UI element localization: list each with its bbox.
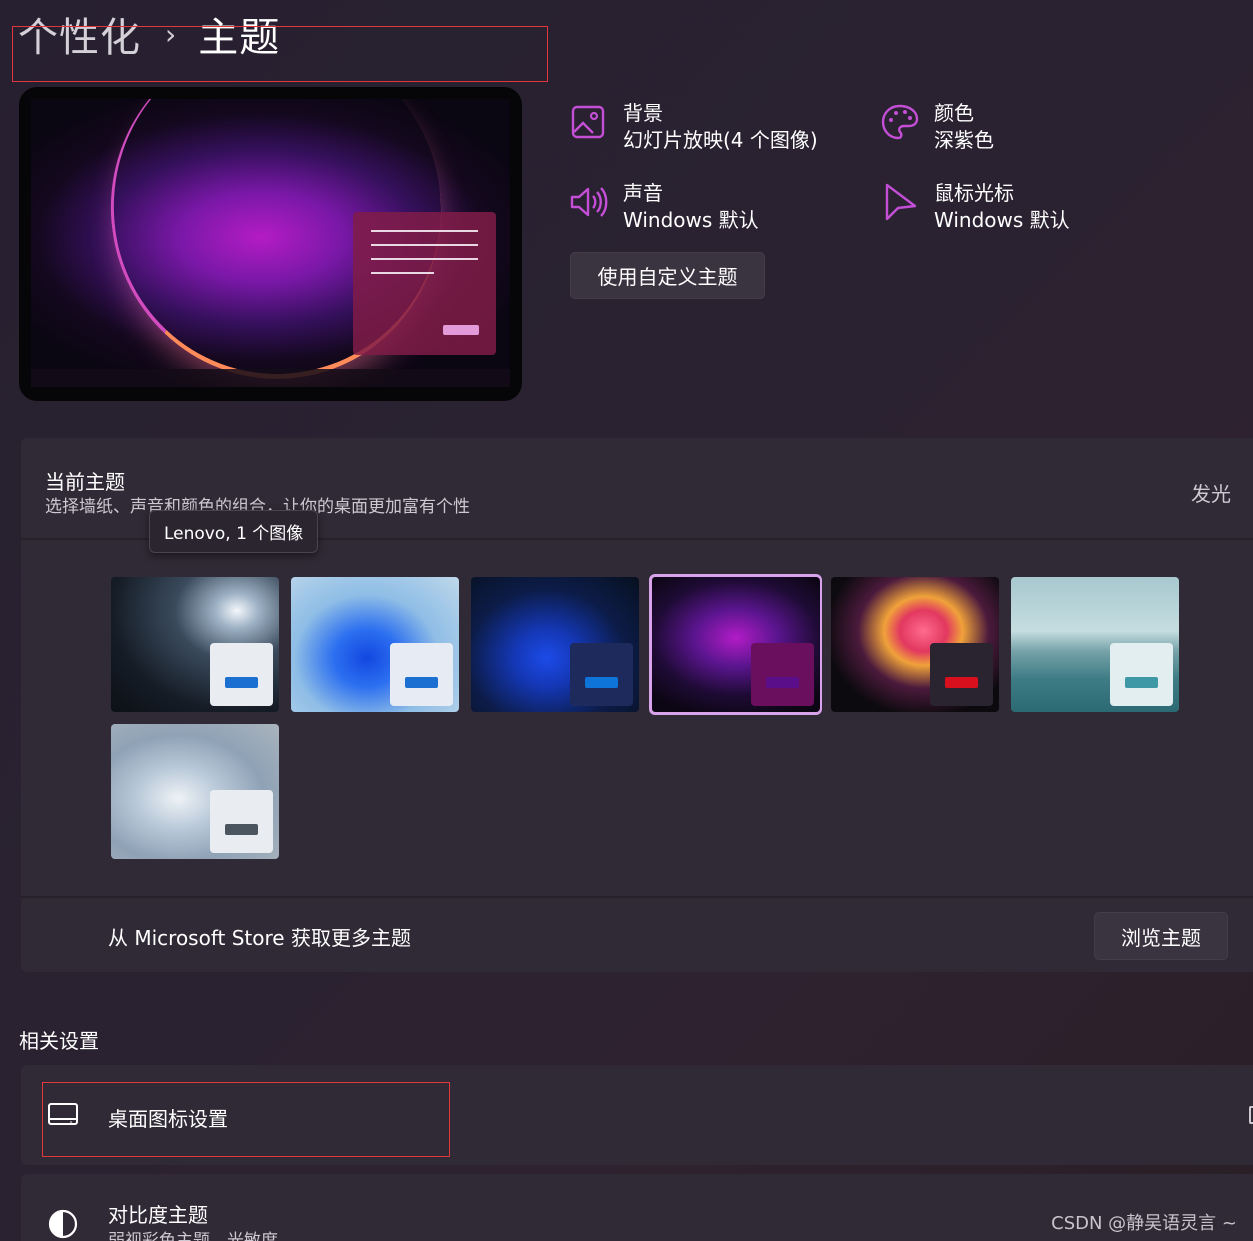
contrast-icon: [48, 1209, 78, 1239]
color-setting[interactable]: 颜色 深紫色: [880, 100, 994, 154]
theme-1-accent: [225, 677, 258, 688]
watermark: CSDN @静吴语灵言 ~: [1051, 1213, 1237, 1234]
color-value: 深紫色: [934, 128, 994, 152]
preview-taskbar: [31, 369, 510, 387]
theme-3-accent: [585, 677, 618, 688]
current-theme-title: 当前主题: [45, 470, 125, 494]
theme-thumbnail-7[interactable]: [111, 724, 279, 859]
theme-7-accent: [225, 824, 258, 835]
preview-accent-button: [443, 325, 479, 335]
theme-thumbnail-4[interactable]: [652, 577, 820, 712]
desktop-icon-settings-label: 桌面图标设置: [108, 1107, 228, 1131]
image-icon: [571, 105, 605, 139]
theme-6-accent: [1125, 677, 1158, 688]
theme-thumbnail-1[interactable]: [111, 577, 279, 712]
sound-title: 声音: [623, 181, 663, 205]
store-row: 从 Microsoft Store 获取更多主题 浏览主题: [21, 896, 1253, 972]
contrast-themes-label: 对比度主题: [108, 1203, 208, 1227]
store-text: 从 Microsoft Store 获取更多主题: [108, 926, 411, 950]
background-setting[interactable]: 背景 幻灯片放映(4 个图像): [569, 100, 818, 154]
theme-tooltip: Lenovo, 1 个图像: [149, 510, 319, 553]
theme-4-accent: [766, 677, 799, 688]
palette-icon: [881, 104, 919, 140]
background-value: 幻灯片放映(4 个图像): [623, 128, 818, 152]
theme-thumbnail-6[interactable]: [1011, 577, 1179, 712]
preview-window: [353, 212, 496, 355]
speaker-icon: [570, 187, 608, 217]
theme-thumbnail-5[interactable]: [831, 577, 999, 712]
preview-wallpaper: [31, 99, 510, 387]
background-title: 背景: [623, 101, 663, 125]
theme-thumbnail-2[interactable]: [291, 577, 459, 712]
theme-thumbnail-3[interactable]: [471, 577, 639, 712]
use-custom-theme-button[interactable]: 使用自定义主题: [570, 252, 765, 299]
breadcrumb-parent[interactable]: 个性化: [18, 5, 141, 63]
breadcrumb: 个性化 › 主题: [18, 6, 280, 62]
theme-2-accent: [405, 677, 438, 688]
external-link-icon: [1249, 1106, 1253, 1124]
theme-5-accent: [945, 677, 978, 688]
color-title: 颜色: [934, 101, 974, 125]
cursor-value: Windows 默认: [934, 208, 1070, 232]
sound-value: Windows 默认: [623, 208, 759, 232]
theme-preview: [19, 87, 522, 401]
cursor-setting[interactable]: 鼠标光标 Windows 默认: [880, 180, 1070, 234]
desktop-icon-settings-row[interactable]: 桌面图标设置: [21, 1065, 1253, 1165]
current-theme-name: 发光: [1191, 482, 1231, 506]
page-title: 主题: [198, 15, 281, 61]
browse-themes-button[interactable]: 浏览主题: [1094, 912, 1228, 960]
related-settings-heading: 相关设置: [19, 1029, 99, 1053]
breadcrumb-separator: ›: [165, 17, 177, 51]
sound-setting[interactable]: 声音 Windows 默认: [569, 180, 759, 234]
monitor-icon: [48, 1103, 78, 1125]
cursor-title: 鼠标光标: [934, 181, 1014, 205]
contrast-themes-subtitle: 弱视彩色主题，光敏度: [108, 1231, 278, 1241]
cursor-icon: [885, 183, 917, 221]
